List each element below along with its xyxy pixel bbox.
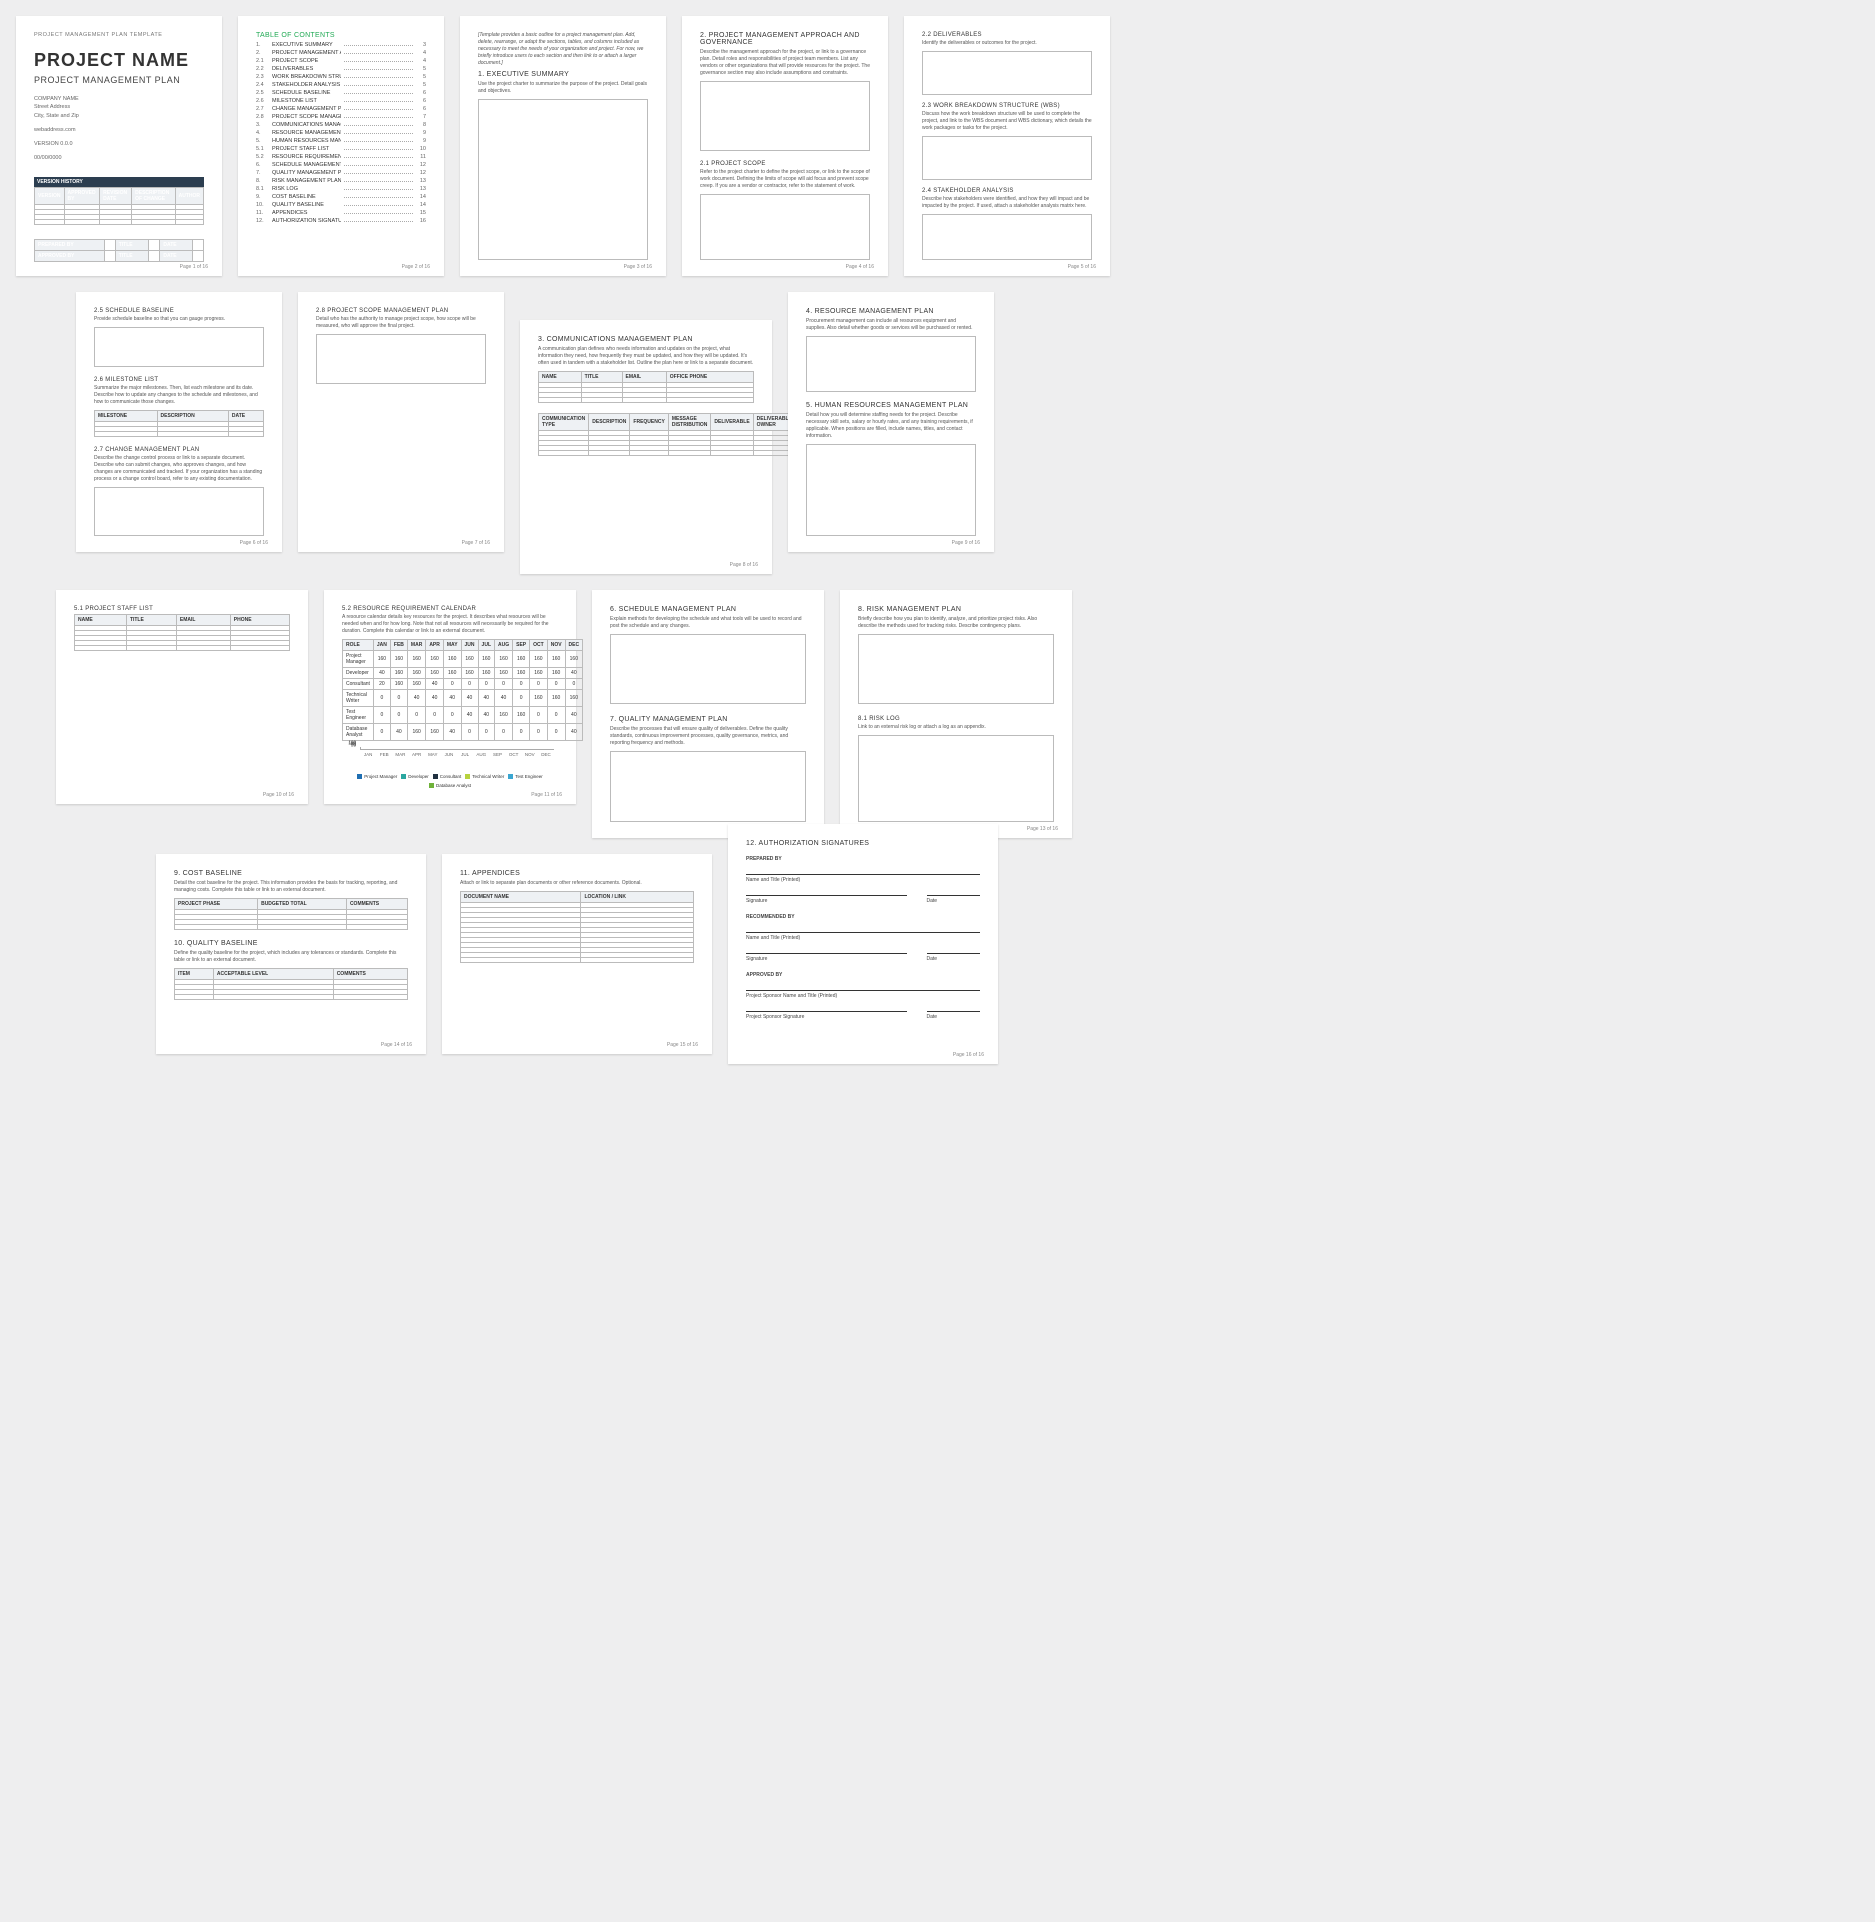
- toc-item[interactable]: 10.QUALITY BASELINE14: [256, 202, 426, 208]
- comm-table1: NAMETITLEEMAILOFFICE PHONE: [538, 371, 754, 403]
- toc-item[interactable]: 2.5SCHEDULE BASELINE6: [256, 90, 426, 96]
- page-12: 6. SCHEDULE MANAGEMENT PLAN Explain meth…: [592, 590, 824, 838]
- web: webaddress.com: [34, 126, 204, 134]
- exec-summary-box[interactable]: [478, 99, 648, 260]
- approval-table: PREPARED BYTITLEDATE APPROVED BYTITLEDAT…: [34, 239, 204, 262]
- resource-table: ROLEJANFEBMARAPRMAYJUNJULAUGSEPOCTNOVDEC…: [342, 639, 583, 741]
- cost-table: PROJECT PHASEBUDGETED TOTALCOMMENTS: [174, 898, 408, 930]
- toc-item[interactable]: 5.HUMAN RESOURCES MANAGEMENT PLAN9: [256, 138, 426, 144]
- toc-item[interactable]: 5.1PROJECT STAFF LIST10: [256, 146, 426, 152]
- toc-title: TABLE OF CONTENTS: [256, 32, 426, 39]
- quality-table: ITEMACCEPTABLE LEVELCOMMENTS: [174, 968, 408, 1000]
- toc-item[interactable]: 3.COMMUNICATIONS MANAGEMENT PLAN8: [256, 122, 426, 128]
- toc-item[interactable]: 2.4STAKEHOLDER ANALYSIS5: [256, 82, 426, 88]
- milestone-table: MILESTONEDESCRIPTIONDATE: [94, 410, 264, 437]
- toc-item[interactable]: 2.8PROJECT SCOPE MANAGEMENT PLAN7: [256, 114, 426, 120]
- page-13: 8. RISK MANAGEMENT PLAN Briefly describe…: [840, 590, 1072, 838]
- page-15: 11. APPENDICES Attach or link to separat…: [442, 854, 712, 1054]
- addr2: City, State and Zip: [34, 112, 204, 120]
- page-5: 2.2 DELIVERABLES Identify the deliverabl…: [904, 16, 1110, 276]
- chart-legend: Project ManagerDeveloperConsultantTechni…: [342, 774, 558, 788]
- page-9: 4. RESOURCE MANAGEMENT PLAN Procurement …: [788, 292, 994, 552]
- toc-item[interactable]: 1.EXECUTIVE SUMMARY3: [256, 42, 426, 48]
- toc-item[interactable]: 12.AUTHORIZATION SIGNATURES16: [256, 218, 426, 224]
- version: VERSION 0.0.0: [34, 140, 204, 148]
- page-3: [Template provides a basic outline for a…: [460, 16, 666, 276]
- resource-chart: 020406080100120140160180 JANFEBMARAPRMAY…: [342, 747, 558, 764]
- toc-item[interactable]: 11.APPENDICES15: [256, 210, 426, 216]
- toc-item[interactable]: 9.COST BASELINE14: [256, 194, 426, 200]
- toc-item[interactable]: 6.SCHEDULE MANAGEMENT PLAN12: [256, 162, 426, 168]
- doc-subtitle: PROJECT MANAGEMENT PLAN: [34, 75, 204, 85]
- addr1: Street Address: [34, 103, 204, 111]
- version-history-table: VERSIONAPPROVED BYREVISION DATEDESCRIPTI…: [34, 187, 204, 225]
- comm-table2: COMMUNICATION TYPEDESCRIPTIONFREQUENCYME…: [538, 413, 796, 456]
- page-2: TABLE OF CONTENTS 1.EXECUTIVE SUMMARY3 2.…: [238, 16, 444, 276]
- date: 00/00/0000: [34, 154, 204, 162]
- page-number: Page 1 of 16: [180, 264, 208, 270]
- toc-item[interactable]: 2.1PROJECT SCOPE4: [256, 58, 426, 64]
- page-6: 2.5 SCHEDULE BASELINE Provide schedule b…: [76, 292, 282, 552]
- page-4: 2. PROJECT MANAGEMENT APPROACH AND GOVER…: [682, 16, 888, 276]
- toc-item[interactable]: 8.RISK MANAGEMENT PLAN13: [256, 178, 426, 184]
- toc-item[interactable]: 7.QUALITY MANAGEMENT PLAN12: [256, 170, 426, 176]
- staff-table: NAMETITLEEMAILPHONE: [74, 614, 290, 651]
- toc-item[interactable]: 2.7CHANGE MANAGEMENT PLAN6: [256, 106, 426, 112]
- page-11: 5.2 RESOURCE REQUIREMENT CALENDAR A reso…: [324, 590, 576, 804]
- toc-item[interactable]: 2.PROJECT MANAGEMENT APPROACH AND GOVERN…: [256, 50, 426, 56]
- version-history-title: VERSION HISTORY: [34, 177, 204, 187]
- template-label: PROJECT MANAGEMENT PLAN TEMPLATE: [34, 32, 204, 38]
- page-1: PROJECT MANAGEMENT PLAN TEMPLATE PROJECT…: [16, 16, 222, 276]
- toc-item[interactable]: 5.2RESOURCE REQUIREMENT CALENDAR11: [256, 154, 426, 160]
- toc-item[interactable]: 4.RESOURCE MANAGEMENT PLAN9: [256, 130, 426, 136]
- toc-item[interactable]: 2.6MILESTONE LIST6: [256, 98, 426, 104]
- toc-item[interactable]: 2.2DELIVERABLES5: [256, 66, 426, 72]
- page-14: 9. COST BASELINE Detail the cost baselin…: [156, 854, 426, 1054]
- toc-item[interactable]: 2.3WORK BREAKDOWN STRUCTURE (WBS)5: [256, 74, 426, 80]
- page-10: 5.1 PROJECT STAFF LIST NAMETITLEEMAILPHO…: [56, 590, 308, 804]
- company-name: COMPANY NAME: [34, 95, 204, 103]
- project-title: PROJECT NAME: [34, 50, 204, 71]
- page-16: 12. AUTHORIZATION SIGNATURES PREPARED BY…: [728, 824, 998, 1064]
- appendix-table: DOCUMENT NAMELOCATION / LINK: [460, 891, 694, 963]
- toc-item[interactable]: 8.1RISK LOG13: [256, 186, 426, 192]
- page-7: 2.8 PROJECT SCOPE MANAGEMENT PLAN Detail…: [298, 292, 504, 552]
- page-8: 3. COMMUNICATIONS MANAGEMENT PLAN A comm…: [520, 320, 772, 574]
